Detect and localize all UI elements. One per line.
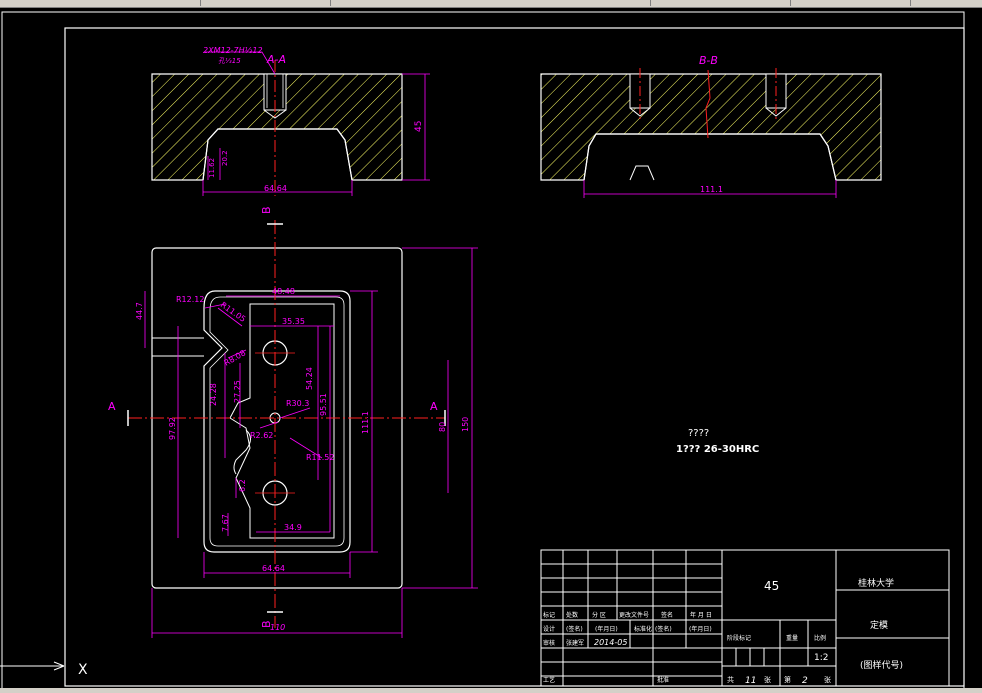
dim-w3: 64.64 bbox=[262, 564, 285, 573]
tb-sign1: (签名) bbox=[566, 625, 583, 633]
dim-h5: 150 bbox=[461, 417, 470, 432]
window-toolbar bbox=[0, 0, 982, 8]
tb-row-zone: 分 区 bbox=[592, 611, 606, 619]
dim-v3: 97.92 bbox=[168, 417, 177, 440]
tb-label-of: 第 bbox=[784, 675, 791, 684]
tb-drawing-no: (图样代号) bbox=[860, 659, 903, 671]
tb-sheet-no: 2 bbox=[802, 676, 808, 686]
tb-approve: 批准 bbox=[657, 676, 669, 684]
section-aa-title: A-A bbox=[266, 53, 286, 66]
drawing-canvas[interactable]: A-A 2XM12-7H⅓12 孔⅓15 45 64.64 11.62 20.2… bbox=[0, 8, 982, 693]
tb-date1: (年月日) bbox=[595, 625, 618, 633]
section-aa-view[interactable] bbox=[151, 51, 430, 196]
dim-h1: 54.24 bbox=[305, 367, 314, 390]
tb-part-name: 定模 bbox=[870, 619, 888, 631]
tb-weight-label: 重量 bbox=[786, 634, 798, 642]
dim-v2: 27.25 bbox=[233, 380, 242, 403]
tb-stage-label: 阶段标记 bbox=[727, 634, 751, 642]
toolbar-segment[interactable] bbox=[330, 0, 651, 6]
section-bb-width-dim: 111.1 bbox=[700, 185, 723, 194]
tb-process: 工艺 bbox=[543, 676, 555, 684]
ucs-icon bbox=[0, 661, 65, 671]
dim-s1: 6.2 bbox=[238, 479, 247, 492]
tb-date3: 2014-05 bbox=[594, 638, 627, 647]
dim-w1: 35.35 bbox=[282, 317, 305, 326]
tb-date2: (年月日) bbox=[689, 625, 712, 633]
plan-marker-a-right: A bbox=[430, 400, 438, 413]
tb-designer: 设计 bbox=[543, 625, 555, 633]
tb-sign2: (签名) bbox=[655, 625, 672, 633]
tb-material: 45 bbox=[764, 579, 779, 593]
section-aa-width-dim: 64.64 bbox=[264, 184, 287, 193]
dim-h4: 80 bbox=[438, 422, 447, 432]
toolbar-segment[interactable] bbox=[200, 0, 331, 6]
tb-drafter: 张建军 bbox=[566, 639, 584, 647]
dim-w4: 110 bbox=[270, 623, 285, 632]
dim-w2: 34.9 bbox=[284, 523, 302, 532]
dim-h3: 111.1 bbox=[361, 411, 370, 434]
section-aa-thread-depth: 孔⅓15 bbox=[218, 57, 241, 65]
tb-school: 桂林大学 bbox=[858, 577, 894, 589]
dim-r6: R11.52 bbox=[306, 453, 334, 462]
plan-marker-b-top: B bbox=[260, 206, 273, 214]
dim-r4: R30.3 bbox=[286, 399, 309, 408]
section-bb-view[interactable] bbox=[540, 68, 882, 198]
toolbar-segment[interactable] bbox=[790, 0, 911, 6]
tb-row-date: 年 月 日 bbox=[690, 611, 712, 619]
tb-row-sign: 签名 bbox=[661, 611, 673, 619]
tb-label-sheet: 张 bbox=[764, 675, 771, 684]
section-aa-height-dim: 45 bbox=[414, 121, 424, 132]
tb-row-mark: 标记 bbox=[543, 611, 555, 619]
tb-row-change: 更改文件号 bbox=[619, 611, 649, 619]
plan-view[interactable] bbox=[127, 220, 478, 638]
status-bar bbox=[0, 688, 982, 693]
tb-row-count: 处数 bbox=[566, 611, 578, 619]
tb-scale-label: 比例 bbox=[814, 634, 826, 642]
plan-marker-a-left: A bbox=[108, 400, 116, 413]
dim-r1: R12.12 bbox=[176, 295, 204, 304]
dim-s2: 7.67 bbox=[221, 514, 230, 532]
tb-scale: 1:2 bbox=[814, 653, 828, 663]
toolbar-segment[interactable] bbox=[650, 0, 791, 6]
dim-h-left: 44.7 bbox=[135, 302, 144, 320]
toolbar-segment[interactable] bbox=[0, 0, 201, 6]
note-line1: ???? bbox=[688, 428, 709, 439]
dim-r5: R2.62 bbox=[250, 431, 273, 440]
tb-label-total: 共 bbox=[727, 675, 734, 684]
section-aa-thread: 2XM12-7H⅓12 bbox=[203, 46, 263, 55]
dim-r3: R8.08 bbox=[223, 348, 248, 367]
dim-top-width: 48.48 bbox=[272, 287, 295, 296]
tb-check: 审核 bbox=[543, 639, 555, 647]
tb-std: 标准化 bbox=[634, 625, 652, 633]
tb-sheets-total: 11 bbox=[745, 676, 756, 686]
dim-h2: 95.51 bbox=[319, 393, 328, 416]
note-line2: 1??? 26-30HRC bbox=[676, 444, 759, 455]
dim-v1: 24.28 bbox=[209, 383, 218, 406]
section-aa-dim-left2: 20.2 bbox=[221, 150, 229, 166]
section-bb-title: B-B bbox=[699, 54, 718, 67]
ucs-x-label: X bbox=[78, 662, 88, 678]
tb-label-zhang: 张 bbox=[824, 675, 831, 684]
section-aa-dim-left1: 11.62 bbox=[208, 158, 216, 178]
